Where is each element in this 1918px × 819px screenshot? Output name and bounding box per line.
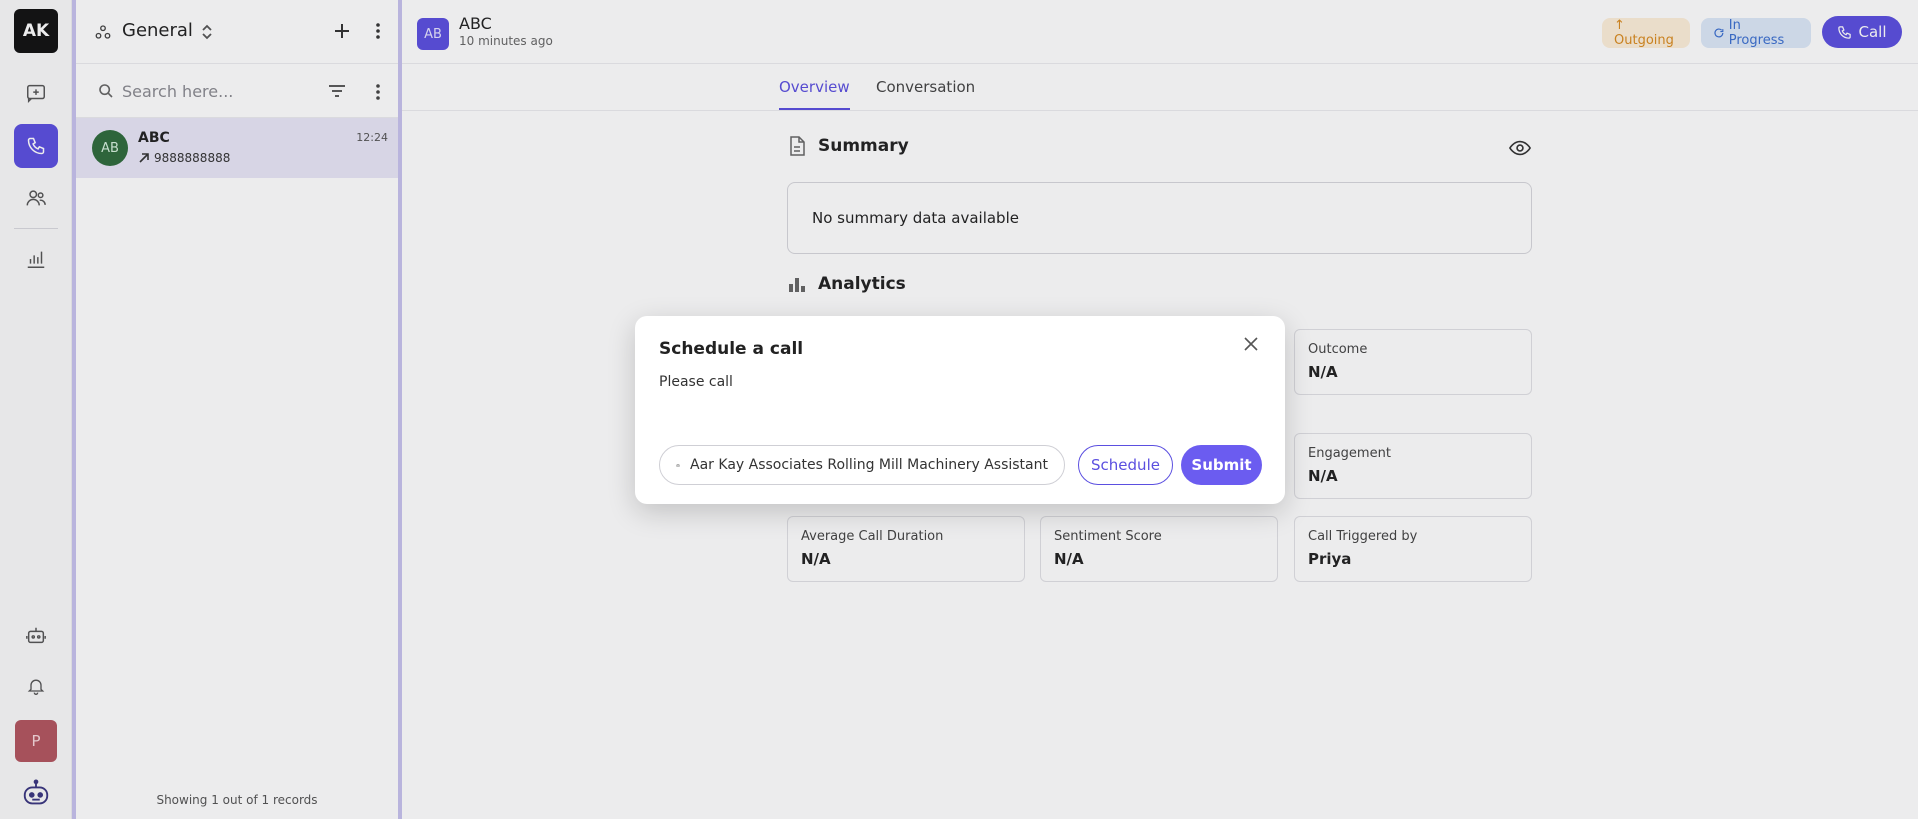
schedule-call-modal: Schedule a call Please call Aar Kay Asso… [635, 316, 1285, 504]
robot-icon [676, 463, 680, 467]
modal-message: Please call [659, 374, 733, 390]
submit-button[interactable]: Submit [1181, 445, 1262, 485]
close-icon[interactable] [1243, 336, 1259, 352]
agent-name: Aar Kay Associates Rolling Mill Machiner… [690, 457, 1048, 473]
schedule-button[interactable]: Schedule [1078, 445, 1173, 485]
agent-selector[interactable]: Aar Kay Associates Rolling Mill Machiner… [659, 445, 1065, 485]
modal-title: Schedule a call [659, 339, 804, 359]
